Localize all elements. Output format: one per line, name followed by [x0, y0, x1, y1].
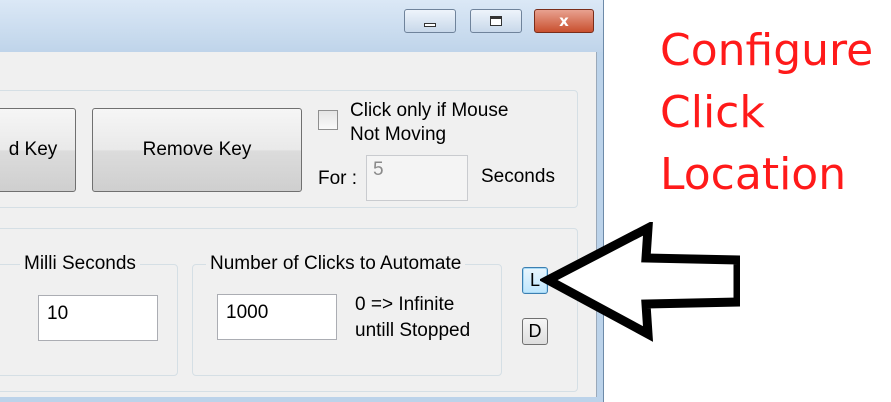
pointer-arrow-icon — [540, 222, 740, 342]
remove-key-button[interactable]: Remove Key — [92, 108, 302, 192]
minimize-icon — [424, 23, 436, 27]
seconds-input[interactable]: 5 — [366, 155, 468, 201]
mouse-moving-label-line2: Not Moving — [350, 124, 447, 145]
close-icon: x — [559, 11, 569, 30]
minimize-button[interactable] — [404, 9, 456, 33]
title-bar[interactable]: x — [0, 0, 603, 52]
click-count-hint-line1: 0 => Infinite — [355, 294, 455, 315]
maximize-button[interactable] — [470, 9, 522, 33]
close-button[interactable]: x — [534, 9, 594, 33]
click-count-input[interactable]: 1000 — [217, 294, 337, 340]
maximize-icon — [490, 16, 502, 26]
click-count-hint-line2: untill Stopped — [355, 320, 471, 341]
mouse-moving-label-line1: Click only if Mouse — [350, 100, 509, 121]
callout-line3: Location — [660, 149, 847, 200]
app-window: x d Key Remove Key Click only if Mouse N… — [0, 0, 604, 402]
callout-line2: Click — [660, 87, 765, 138]
callout-line1: Configure — [660, 25, 874, 76]
milliseconds-input[interactable]: 10 — [38, 295, 158, 341]
milliseconds-legend: Milli Seconds — [20, 253, 140, 275]
mouse-moving-checkbox[interactable] — [318, 110, 338, 130]
client-area: d Key Remove Key Click only if Mouse Not… — [0, 52, 597, 397]
seconds-label: Seconds — [481, 166, 555, 187]
for-label: For : — [318, 168, 358, 189]
click-count-legend: Number of Clicks to Automate — [206, 253, 466, 275]
callout-text: Configure Click Location — [660, 20, 873, 206]
add-key-button[interactable]: d Key — [0, 108, 76, 192]
